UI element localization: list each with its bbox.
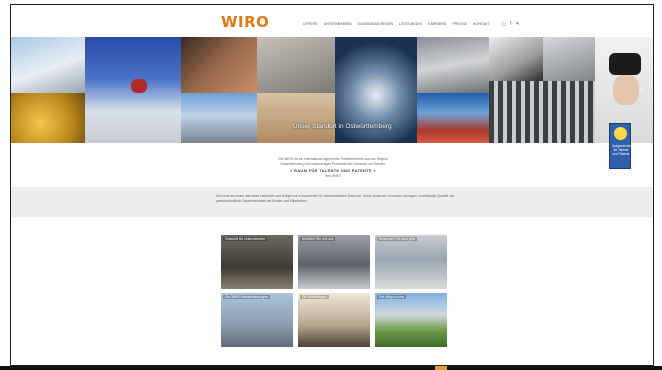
nav-item-career[interactable]: Karriere bbox=[428, 22, 446, 26]
red-part-photo bbox=[131, 79, 147, 93]
card-label: Der Weg zu uns bbox=[377, 295, 407, 299]
smiley-icon bbox=[614, 127, 627, 140]
card-abteilungen[interactable]: Die Abteilungen bbox=[298, 293, 370, 347]
about-text: Seit mehr als einem Jahrzehnt entwickeln… bbox=[216, 194, 455, 203]
cutting-tool-photo bbox=[417, 37, 489, 93]
instagram-icon[interactable]: ◻ bbox=[502, 21, 506, 27]
robot-arm-photo bbox=[543, 37, 595, 81]
intro-line: Ostwürttemberg mit hochwertigen Produkte… bbox=[280, 162, 386, 166]
wiro-logo[interactable]: WIRO bbox=[221, 13, 269, 31]
hero-slider[interactable]: Unser Standort in Ostwürttemberg › bbox=[11, 37, 653, 143]
slider-caption: Unser Standort in Ostwürttemberg bbox=[293, 123, 392, 130]
cable-photo bbox=[489, 37, 543, 81]
card-gesucht[interactable]: Gesucht für Unternehmen bbox=[221, 235, 293, 289]
award-text: Ausgezeichnet für Talente und Patente bbox=[612, 144, 633, 156]
tablet-photo bbox=[257, 37, 335, 93]
facebook-icon[interactable]: f bbox=[510, 21, 511, 27]
production-line-photo bbox=[489, 81, 595, 143]
xing-icon[interactable]: ✕ bbox=[515, 21, 519, 27]
nav-item-offers[interactable]: Offers bbox=[303, 22, 318, 26]
drill-photo bbox=[181, 37, 257, 93]
about-section: Seit mehr als einem Jahrzehnt entwickeln… bbox=[11, 187, 653, 217]
card-label: Bewerben Sie sich jetzt bbox=[377, 237, 418, 241]
building-photo bbox=[11, 37, 85, 93]
card-niederlassungen[interactable]: Die WIRO Niederlassungen bbox=[221, 293, 293, 347]
slogan: » RAUM FÜR TALENTE UND PATENTE « bbox=[290, 168, 376, 173]
taskbar bbox=[0, 366, 662, 370]
intro-sign: Ihre WIRO bbox=[324, 174, 341, 178]
card-arbeiten[interactable]: Arbeiten Sie mit uns bbox=[298, 235, 370, 289]
nav-item-company[interactable]: Unternehmen bbox=[324, 22, 352, 26]
nav-item-talk[interactable]: Gemeinsam reden bbox=[358, 22, 394, 26]
browser-frame: WIRO Offers Unternehmen Gemeinsam reden … bbox=[10, 4, 654, 366]
gold-coins-photo bbox=[11, 93, 85, 143]
card-label: Arbeiten Sie mit uns bbox=[300, 237, 336, 241]
warehouse-photo bbox=[181, 93, 257, 143]
talente-patente-badge[interactable]: Ausgezeichnet für Talente und Patente bbox=[609, 123, 633, 169]
teddy-bear-photo bbox=[257, 93, 335, 143]
nav-item-services[interactable]: Leistungen bbox=[399, 22, 422, 26]
main-navigation: Offers Unternehmen Gemeinsam reden Leist… bbox=[303, 21, 519, 27]
nav-item-contact[interactable]: Kontakt bbox=[473, 22, 490, 26]
conveyor-photo bbox=[417, 93, 489, 143]
slider-next-arrow-icon[interactable]: › bbox=[637, 83, 647, 97]
taskbar-app-icon[interactable] bbox=[435, 366, 447, 370]
card-label: Die Abteilungen bbox=[300, 295, 329, 299]
social-links: ◻ f ✕ bbox=[502, 21, 520, 27]
intro-text: Die WIRO ist ein international agierende… bbox=[243, 157, 423, 179]
card-label: Die WIRO Niederlassungen bbox=[223, 295, 270, 299]
card-bewerben[interactable]: Bewerben Sie sich jetzt bbox=[375, 235, 447, 289]
card-weg[interactable]: Der Weg zu uns bbox=[375, 293, 447, 347]
card-label: Gesucht für Unternehmen bbox=[223, 237, 268, 241]
nav-item-press[interactable]: Presse bbox=[452, 22, 467, 26]
